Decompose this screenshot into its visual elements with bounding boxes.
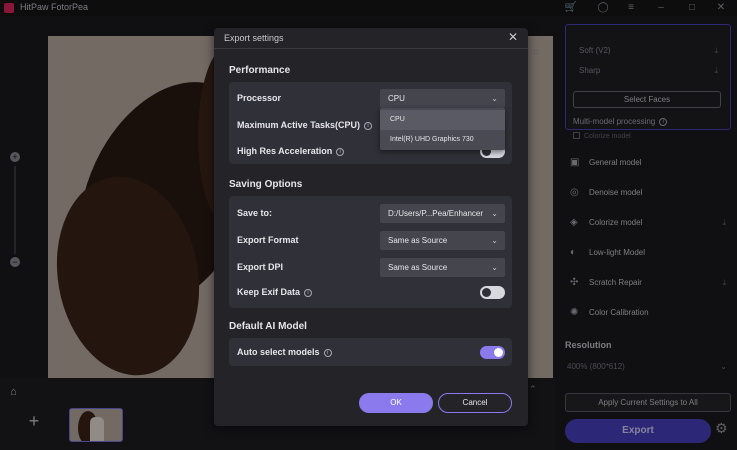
saving-card: Save to: D:/Users/P...Pea/Enhancer ⌄ Expo… <box>229 196 512 308</box>
cancel-button[interactable]: Cancel <box>438 393 512 413</box>
auto-select-row: Auto select models i <box>237 343 507 363</box>
auto-select-label: Auto select models i <box>237 347 332 357</box>
processor-row: Processor CPU ⌄ <box>237 89 507 109</box>
dialog-header: Export settings ✕ <box>214 28 528 49</box>
close-icon[interactable]: ✕ <box>508 30 518 44</box>
info-icon[interactable]: i <box>336 148 345 156</box>
export-settings-dialog: Export settings ✕ Performance Processor … <box>214 28 528 426</box>
info-icon[interactable]: i <box>304 289 313 297</box>
save-to-row: Save to: D:/Users/P...Pea/Enhancer ⌄ <box>237 204 507 224</box>
exif-row: Keep Exif Data i <box>237 283 507 303</box>
format-label: Export Format <box>237 235 299 245</box>
exif-label: Keep Exif Data i <box>237 287 313 297</box>
saving-title: Saving Options <box>229 179 303 190</box>
chevron-down-icon: ⌄ <box>491 209 498 218</box>
save-to-label: Save to: <box>237 208 273 218</box>
dpi-select[interactable]: Same as Source ⌄ <box>380 258 505 277</box>
ai-model-card: Auto select models i <box>229 338 512 366</box>
processor-dropdown: CPU Intel(R) UHD Graphics 730 <box>380 108 505 150</box>
chevron-down-icon: ⌄ <box>491 94 498 103</box>
processor-option[interactable]: CPU <box>380 110 505 130</box>
max-tasks-label: Maximum Active Tasks(CPU) i <box>237 120 373 130</box>
processor-option[interactable]: Intel(R) UHD Graphics 730 <box>380 130 505 150</box>
auto-select-toggle[interactable] <box>480 346 505 359</box>
performance-title: Performance <box>229 65 291 76</box>
exif-toggle[interactable] <box>480 286 505 299</box>
save-to-select[interactable]: D:/Users/P...Pea/Enhancer ⌄ <box>380 204 505 223</box>
chevron-down-icon: ⌄ <box>491 263 498 272</box>
format-row: Export Format Same as Source ⌄ <box>237 231 507 251</box>
ok-button[interactable]: OK <box>359 393 433 413</box>
app-window: HitPaw FotorPea 🛒 ◯ ≡ – □ ✕ ⌗ + − ⌂ ⌃ + … <box>0 0 737 450</box>
format-select[interactable]: Same as Source ⌄ <box>380 231 505 250</box>
dpi-row: Export DPI Same as Source ⌄ <box>237 258 507 278</box>
dpi-label: Export DPI <box>237 262 284 272</box>
ai-model-title: Default AI Model <box>229 321 307 332</box>
chevron-down-icon: ⌄ <box>491 236 498 245</box>
high-res-label: High Res Acceleration i <box>237 146 345 156</box>
processor-select[interactable]: CPU ⌄ <box>380 89 505 108</box>
info-icon[interactable]: i <box>323 349 332 357</box>
info-icon[interactable]: i <box>364 122 373 130</box>
dialog-title: Export settings <box>224 33 284 43</box>
processor-label: Processor <box>237 93 282 103</box>
